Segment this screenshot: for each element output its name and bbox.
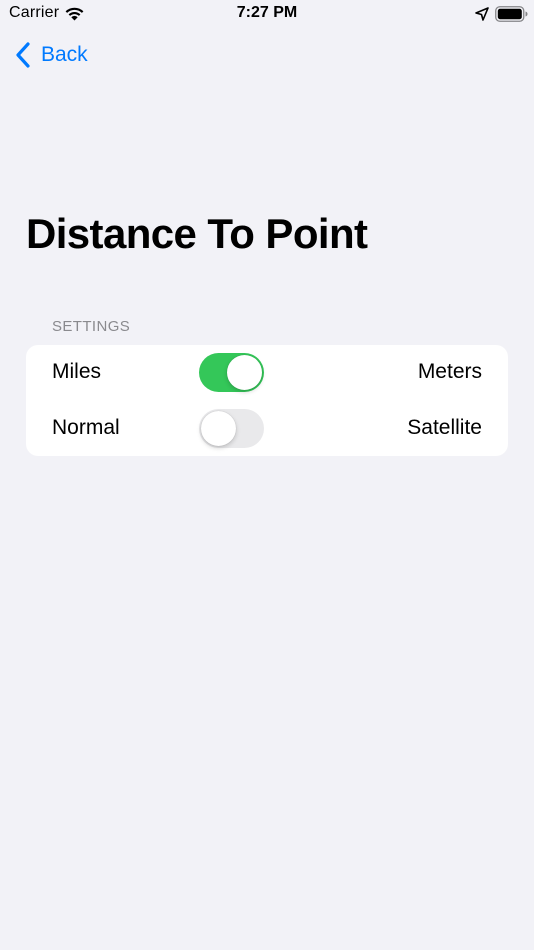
chevron-left-icon: [16, 42, 30, 68]
clock: 7:27 PM: [236, 4, 298, 21]
back-label: Back: [41, 43, 88, 66]
settings-section-header: SETTINGS: [52, 318, 131, 335]
settings-card: Miles Meters Normal Satellite: [26, 345, 508, 456]
page-title: Distance To Point: [26, 210, 368, 257]
units-left-label: Miles: [52, 360, 102, 383]
location-arrow-icon: [475, 7, 489, 21]
status-bar: Carrier 7:27 PM: [0, 0, 534, 28]
map-type-toggle[interactable]: [199, 409, 264, 448]
battery-icon: [495, 6, 528, 22]
map-type-left-label: Normal: [52, 416, 120, 439]
toggle-knob: [227, 355, 262, 390]
units-right-label: Meters: [417, 360, 482, 383]
units-setting-row: Miles Meters: [26, 345, 508, 400]
back-button[interactable]: Back: [14, 40, 88, 70]
map-type-setting-row: Normal Satellite: [26, 401, 508, 456]
map-type-right-label: Satellite: [407, 416, 482, 439]
toggle-knob: [201, 411, 236, 446]
units-toggle[interactable]: [199, 353, 264, 392]
